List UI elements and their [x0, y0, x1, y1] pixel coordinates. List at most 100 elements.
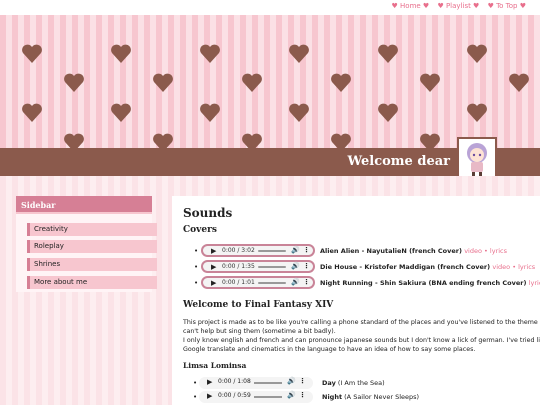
sidebar-title: Sidebar	[16, 196, 152, 214]
sidebar-item-creativity[interactable]: Creativity	[27, 223, 157, 236]
play-icon[interactable]: ▶	[207, 392, 212, 400]
heart-icon	[21, 103, 43, 123]
nav-home-link[interactable]: ♥ Home ♥	[392, 2, 430, 10]
audio-player[interactable]: ▶ 0:00 / 1:01 🔊 ⋮	[201, 276, 315, 289]
intro-line-2: can't help but sing them (sometime a bit…	[183, 328, 336, 335]
track-name: Day	[322, 379, 336, 387]
audio-time: 0:00 / 0:59	[218, 392, 251, 399]
cover-links[interactable]: lyrics	[529, 279, 540, 287]
track-title: Day (I Am the Sea)	[322, 379, 385, 387]
track-subtitle: (A Sailor Never Sleeps)	[344, 393, 420, 401]
more-options-icon[interactable]: ⋮	[303, 278, 310, 286]
heart-icon	[288, 103, 310, 123]
audio-player[interactable]: ▶ 0:00 / 1:08 🔊 ⋮	[199, 377, 313, 389]
heart-icon	[377, 103, 399, 123]
covers-heading: Covers	[183, 225, 217, 235]
cover-title-text: Night Running - Shin Sakiura (BNA ending…	[320, 279, 527, 287]
heart-icon	[63, 133, 85, 148]
audio-progress[interactable]	[258, 282, 286, 284]
play-icon[interactable]: ▶	[207, 378, 212, 386]
track-row: • ▶ 0:00 / 0:59 🔊 ⋮ Night (A Sailor Neve…	[183, 391, 540, 403]
cover-title: Alien Alien - NayutalieN (french Cover) …	[320, 247, 507, 255]
heart-icon	[377, 44, 399, 64]
bullet-icon: •	[194, 247, 199, 255]
heart-icon	[152, 73, 174, 93]
nav-links: ♥ Home ♥ ♥ Playlist ♥ ♥ To Top ♥	[386, 2, 526, 10]
cover-title-text: Die House - Kristofer Maddigan (french C…	[320, 263, 491, 271]
heart-icon	[419, 133, 441, 148]
audio-player[interactable]: ▶ 0:00 / 1:35 🔊 ⋮	[201, 260, 315, 273]
sidebar-item-more-about-me[interactable]: More about me	[27, 276, 157, 289]
bullet-icon: •	[194, 263, 199, 271]
more-options-icon[interactable]: ⋮	[299, 377, 306, 385]
play-icon[interactable]: ▶	[211, 263, 216, 271]
heart-icon	[466, 103, 488, 123]
bullet-icon: •	[193, 393, 198, 401]
heart-icon	[330, 133, 352, 148]
chibi-avatar-icon	[467, 143, 487, 177]
ffxiv-heading: Welcome to Final Fantasy XIV	[183, 300, 334, 310]
more-options-icon[interactable]: ⋮	[299, 391, 306, 399]
nav-to-top-link[interactable]: ♥ To Top ♥	[488, 2, 526, 10]
nav-playlist-link[interactable]: ♥ Playlist ♥	[437, 2, 479, 10]
volume-icon[interactable]: 🔊	[291, 262, 300, 270]
sidebar-item-roleplay[interactable]: Roleplay	[27, 240, 157, 253]
volume-icon[interactable]: 🔊	[287, 377, 296, 385]
bullet-icon: •	[193, 379, 198, 387]
audio-progress[interactable]	[254, 382, 282, 384]
heart-icon	[199, 44, 221, 64]
cover-title: Die House - Kristofer Maddigan (french C…	[320, 263, 535, 271]
intro-paragraph: This project is made as to be like you'r…	[183, 318, 540, 336]
audio-progress[interactable]	[258, 250, 286, 252]
heart-icon	[508, 73, 530, 93]
audio-progress[interactable]	[254, 396, 282, 398]
audio-time: 0:00 / 3:02	[222, 247, 255, 254]
track-subtitle: (I Am the Sea)	[337, 379, 385, 387]
more-options-icon[interactable]: ⋮	[303, 262, 310, 270]
avatar	[457, 137, 497, 181]
audio-progress[interactable]	[258, 266, 286, 268]
cover-title: Night Running - Shin Sakiura (BNA ending…	[320, 279, 540, 287]
track-row: • ▶ 0:00 / 1:08 🔊 ⋮ Day (I Am the Sea)	[183, 377, 540, 389]
cover-links[interactable]: video • lyrics	[492, 263, 535, 271]
heart-icon	[330, 73, 352, 93]
play-icon[interactable]: ▶	[211, 279, 216, 287]
heart-icon	[199, 103, 221, 123]
header-banner	[0, 15, 540, 148]
language-line-2: Google translate and cinematics in the l…	[183, 346, 476, 353]
sidebar-item-shrines[interactable]: Shrines	[27, 258, 157, 271]
volume-icon[interactable]: 🔊	[287, 391, 296, 399]
audio-player[interactable]: ▶ 0:00 / 3:02 🔊 ⋮	[201, 244, 315, 257]
main-content: Sounds Covers • ▶ 0:00 / 3:02 🔊 ⋮ Alien …	[172, 196, 540, 405]
sidebar: Sidebar Creativity Roleplay Shrines More…	[16, 196, 157, 292]
cover-links[interactable]: video • lyrics	[464, 247, 507, 255]
limsa-heading: Limsa Lominsa	[183, 361, 247, 370]
language-line-1: I only know english and french and can p…	[183, 337, 540, 344]
audio-time: 0:00 / 1:35	[222, 263, 255, 270]
cover-title-text: Alien Alien - NayutalieN (french Cover)	[320, 247, 462, 255]
heart-icon	[152, 133, 174, 148]
page-title: Sounds	[183, 206, 233, 220]
welcome-text: Welcome dear	[347, 154, 450, 169]
audio-time: 0:00 / 1:01	[222, 279, 255, 286]
play-icon[interactable]: ▶	[211, 247, 216, 255]
volume-icon[interactable]: 🔊	[291, 246, 300, 254]
heart-icon	[241, 73, 263, 93]
track-title: Night (A Sailor Never Sleeps)	[322, 393, 419, 401]
heart-icon	[21, 44, 43, 64]
audio-time: 0:00 / 1:08	[218, 378, 251, 385]
heart-icon	[110, 44, 132, 64]
bullet-icon: •	[194, 279, 199, 287]
heart-icon	[110, 103, 132, 123]
intro-line-1: This project is made as to be like you'r…	[183, 319, 540, 326]
heart-icon	[419, 73, 441, 93]
heart-icon	[288, 44, 310, 64]
language-paragraph: I only know english and french and can p…	[183, 336, 540, 354]
heart-icon	[241, 133, 263, 148]
cover-item: • ▶ 0:00 / 1:35 🔊 ⋮ Die House - Kristofe…	[194, 260, 540, 274]
audio-player[interactable]: ▶ 0:00 / 0:59 🔊 ⋮	[199, 391, 313, 403]
cover-item: • ▶ 0:00 / 3:02 🔊 ⋮ Alien Alien - Nayuta…	[194, 244, 540, 258]
more-options-icon[interactable]: ⋮	[303, 246, 310, 254]
heart-icon	[63, 73, 85, 93]
volume-icon[interactable]: 🔊	[291, 278, 300, 286]
